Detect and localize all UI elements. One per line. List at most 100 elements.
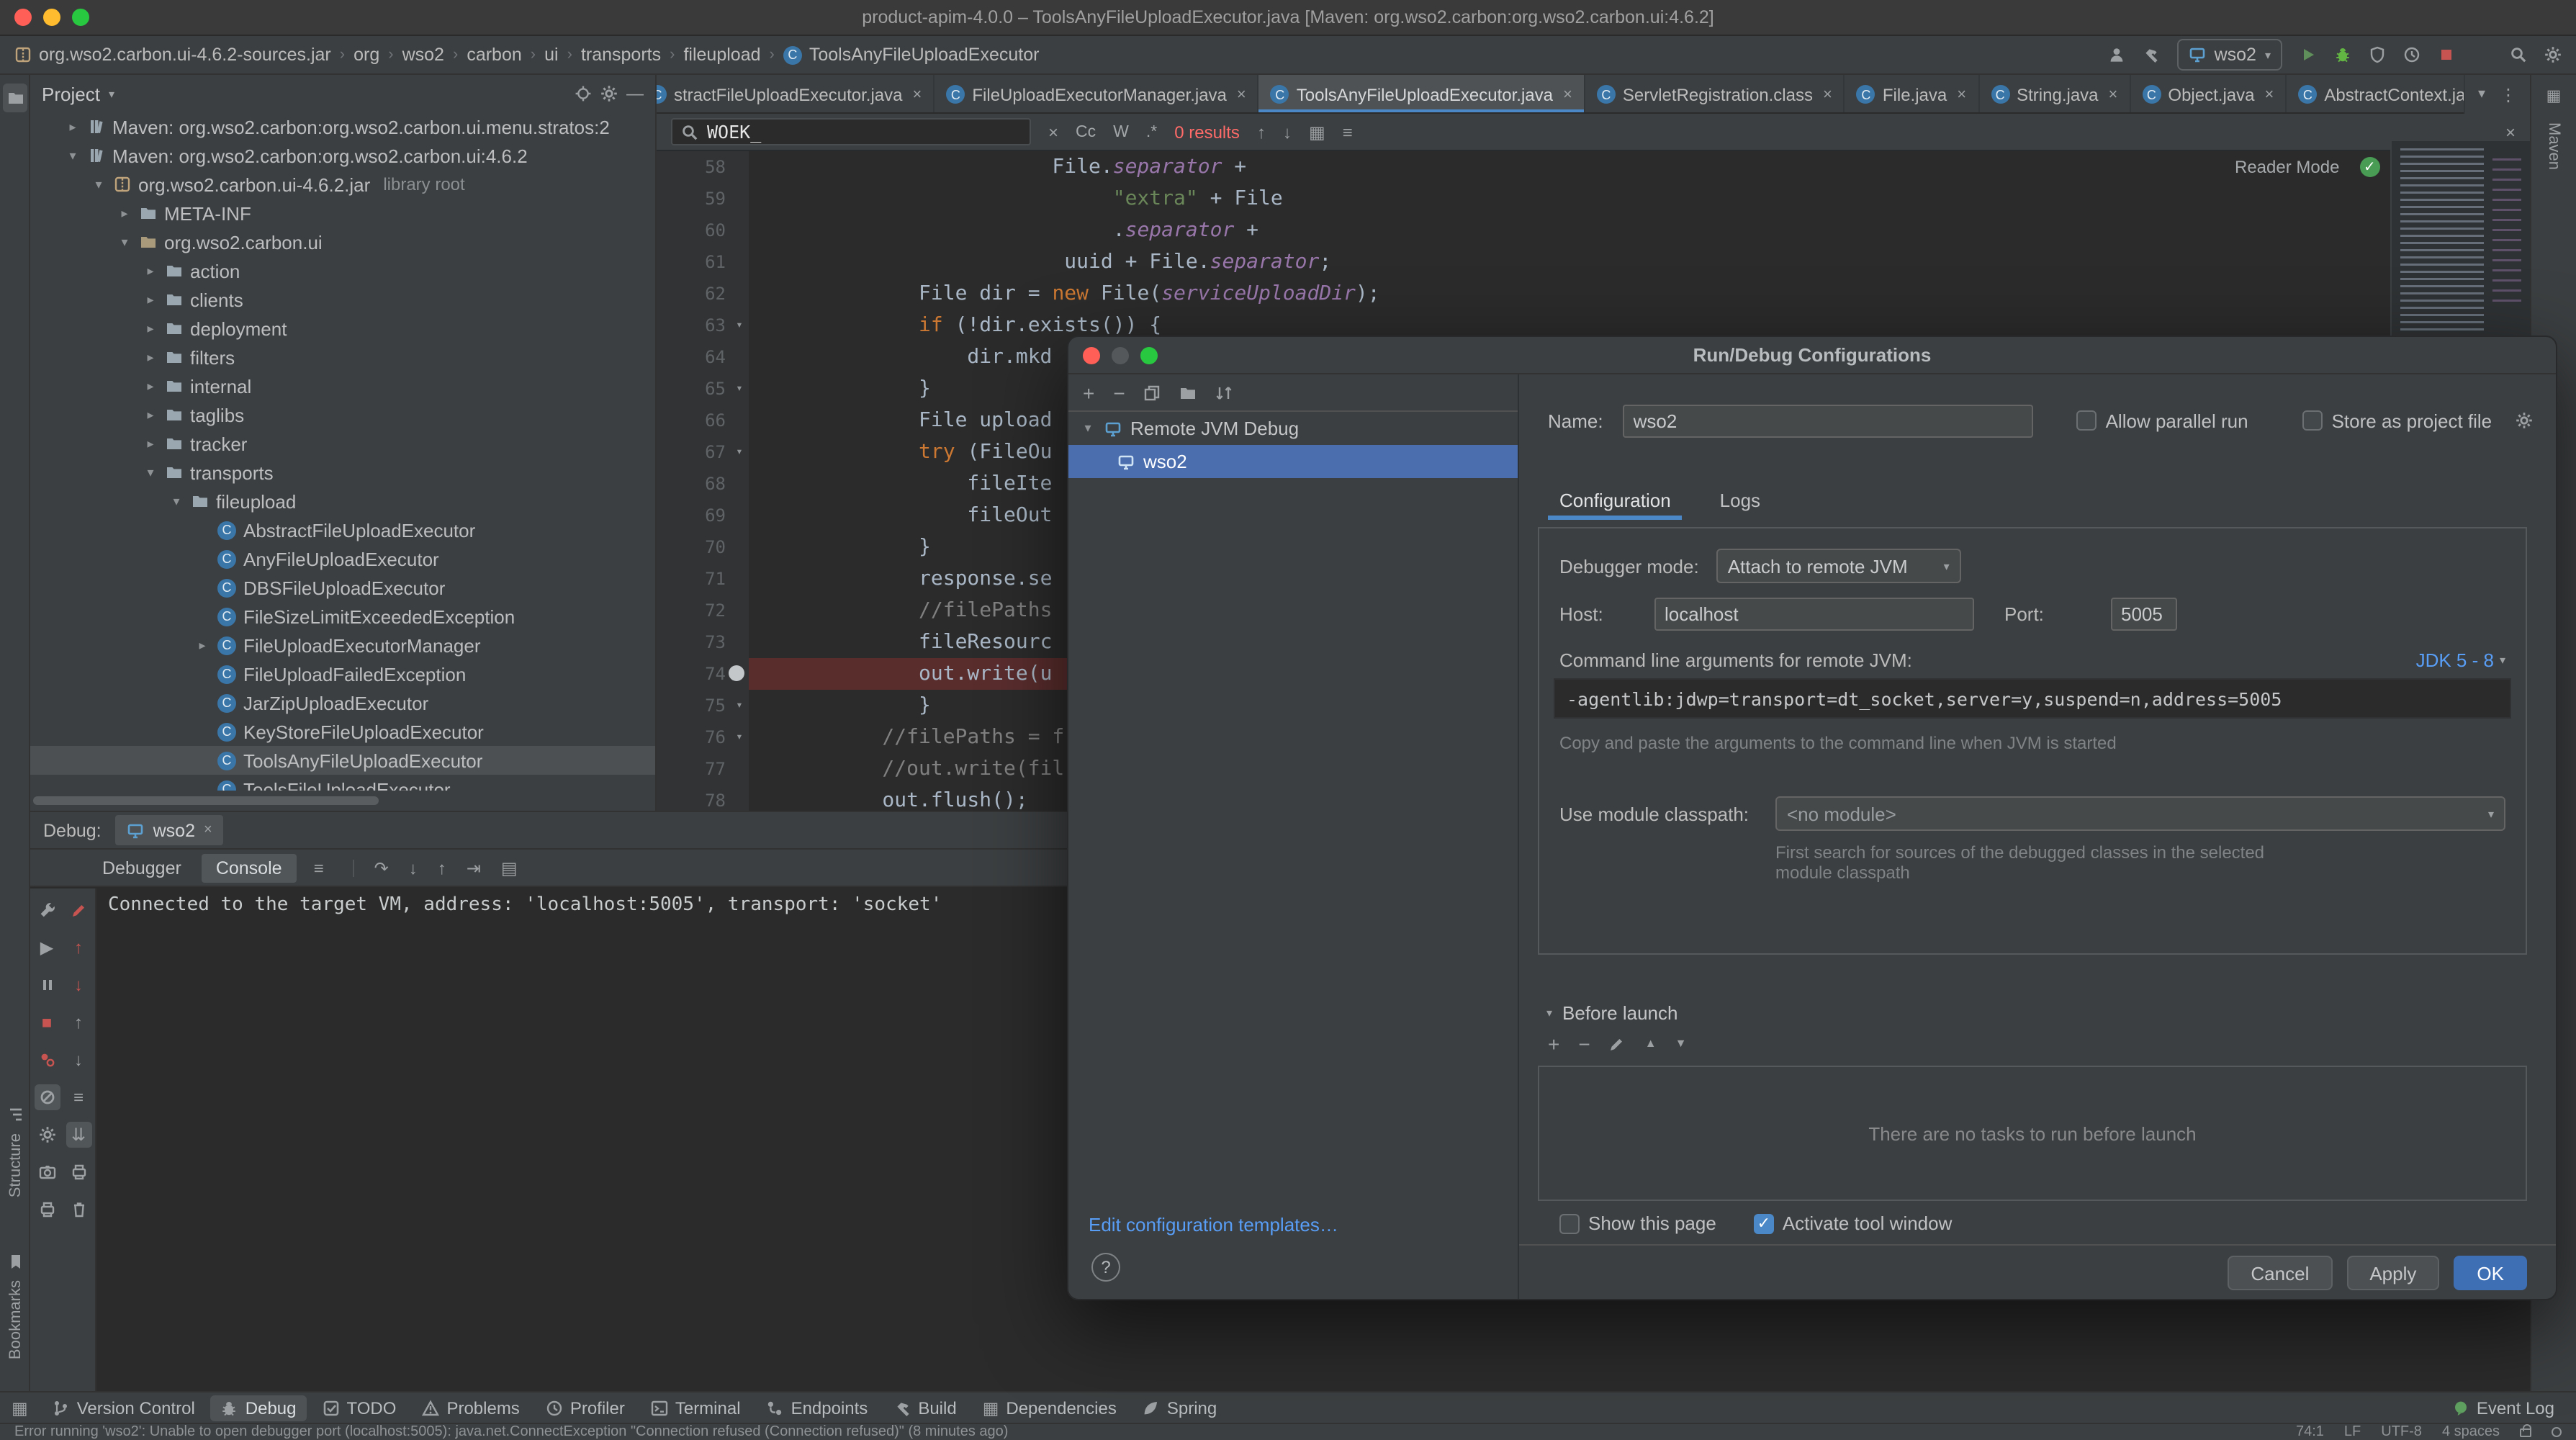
run-configuration-selector[interactable]: wso2 ▾ [2177,39,2282,71]
toolwindow-button-profiler[interactable]: Profiler [536,1395,635,1421]
tree-group-remote-jvm-debug[interactable]: ▾ Remote JVM Debug [1068,412,1518,445]
chevron-down-icon[interactable]: ▾ [117,234,132,250]
toolwindow-switcher-icon[interactable]: ▦ [12,1399,28,1416]
gutter[interactable]: 71 [657,563,749,595]
gutter[interactable]: 58 [657,151,749,183]
tree-item-org-wso2-carbon-ui[interactable]: ▾org.wso2.carbon.ui [30,228,655,256]
breadcrumb-item-ui[interactable]: ui [544,45,558,65]
tree-item-fileuploadfailedexception[interactable]: FileUploadFailedException [30,660,655,688]
minimap[interactable] [2390,140,2530,353]
gutter[interactable]: 68 [657,468,749,500]
frame-down-icon[interactable]: ↓ [66,1047,91,1073]
tree-item-dbsfileuploadexecutor[interactable]: DBSFileUploadExecutor [30,573,655,602]
fold-icon[interactable]: ▾ [730,436,749,468]
next-occurrence-icon[interactable]: ↓ [1283,123,1292,140]
chevron-right-icon[interactable]: ▸ [194,637,210,653]
gutter[interactable]: 61 [657,246,749,278]
caret-position[interactable]: 74:1 [2296,1424,2324,1440]
readonly-lock-icon[interactable] [2520,1428,2531,1436]
close-icon[interactable]: × [1957,86,1966,103]
chevron-right-icon[interactable]: ▸ [143,378,158,394]
debug-button[interactable] [2334,46,2351,63]
gutter[interactable]: 63▾ [657,310,749,341]
chevron-down-icon[interactable]: ▾ [91,176,107,192]
horizontal-scrollbar[interactable] [33,796,379,805]
toolwindow-button-spring[interactable]: Spring [1132,1395,1227,1421]
minimize-dialog-button[interactable] [1112,346,1129,364]
editor-options-icon[interactable]: ⋮ [2500,86,2517,103]
structure-tool-button[interactable]: Structure [0,1106,30,1197]
toolwindow-button-todo[interactable]: TODO [312,1395,407,1421]
breadcrumb-item-fileupload[interactable]: fileupload [683,45,760,65]
tree-item-transports[interactable]: ▾transports [30,458,655,487]
console-output[interactable]: Connected to the target VM, address: 'lo… [108,894,942,916]
gutter[interactable]: 78 [657,785,749,811]
fold-icon[interactable]: ▾ [730,690,749,721]
clear-icon[interactable] [66,1197,91,1223]
view-breakpoints-icon[interactable] [34,1047,60,1073]
tree-item-org-wso2-carbon-ui-4-6-2-jar[interactable]: ▾org.wso2.carbon.ui-4.6.2.jarlibrary roo… [30,170,655,199]
editor-tab-fileuploadexecutormanager-java[interactable]: FileUploadExecutorManager.java× [935,75,1258,114]
tree-item-deployment[interactable]: ▸deployment [30,314,655,343]
gutter[interactable]: 65▾ [657,373,749,405]
frame-up-icon[interactable]: ↑ [66,1009,91,1035]
dialog-titlebar[interactable]: Run/Debug Configurations [1068,337,2556,374]
chevron-right-icon[interactable]: ▸ [143,320,158,336]
chevron-down-icon[interactable]: ▾ [65,148,81,163]
chevron-right-icon[interactable]: ▸ [143,436,158,451]
tree-item-filesizelimitexceededexception[interactable]: FileSizeLimitExceededException [30,602,655,631]
breadcrumb-item-wso2[interactable]: wso2 [402,45,444,65]
name-input[interactable] [1623,404,2034,437]
select-opened-file-icon[interactable] [575,85,592,102]
clear-search-icon[interactable]: × [1048,123,1058,140]
breadcrumb-item-carbon[interactable]: carbon [467,45,521,65]
chevron-right-icon[interactable]: ▸ [117,205,132,221]
tree-item-toolsfileuploadexecutor[interactable]: ToolsFileUploadExecutor [30,775,655,791]
pause-icon[interactable] [34,972,60,998]
view-options-icon[interactable]: ▤ [501,859,518,876]
tree-item-taglibs[interactable]: ▸taglibs [30,400,655,429]
remove-configuration-icon[interactable]: − [1113,382,1125,402]
close-icon[interactable]: × [1823,86,1832,103]
layout-options-icon[interactable]: ≡ [314,859,324,876]
gutter[interactable]: 64 [657,341,749,373]
tree-item-wso2[interactable]: wso2 [1068,445,1518,478]
step-into-icon[interactable]: ↓ [409,859,418,876]
tree-item-internal[interactable]: ▸internal [30,372,655,400]
tree-item-jarzipuploadexecutor[interactable]: JarZipUploadExecutor [30,688,655,717]
tree-item-tracker[interactable]: ▸tracker [30,429,655,458]
chevron-right-icon[interactable]: ▸ [143,292,158,307]
minimize-window-button[interactable] [43,9,60,26]
port-input[interactable] [2111,598,2177,631]
gutter[interactable]: 62 [657,278,749,310]
chevron-down-icon[interactable]: ▾ [168,493,184,509]
breakpoint-dot[interactable] [729,665,744,681]
gutter[interactable]: 66 [657,405,749,436]
tree-item-maven-org-wso2-carbon-org-wso2-carbon-ui-4-6-2[interactable]: ▾Maven: org.wso2.carbon:org.wso2.carbon.… [30,141,655,170]
hidden-tabs-icon[interactable]: ▾ [2478,86,2485,102]
close-icon[interactable]: × [2264,86,2274,103]
tree-item-fileuploadexecutormanager[interactable]: ▸FileUploadExecutorManager [30,631,655,660]
scroll-to-end-icon[interactable]: ⇊ [66,1122,91,1148]
sync-settings-icon[interactable] [2108,46,2125,63]
add-task-icon[interactable]: + [1548,1034,1559,1054]
stack-up-icon[interactable]: ↑ [66,935,91,960]
editor-tab-object-java[interactable]: Object.java× [2130,75,2287,114]
select-all-occurrences-icon[interactable]: ▦ [1309,123,1325,140]
tree-item-meta-inf[interactable]: ▸META-INF [30,199,655,228]
chevron-right-icon[interactable]: ▸ [143,263,158,279]
reader-mode-label[interactable]: Reader Mode [2235,157,2339,177]
new-folder-icon[interactable] [1180,384,1197,401]
project-tool-button[interactable] [3,84,27,112]
ok-button[interactable]: OK [2454,1256,2527,1290]
gutter[interactable]: 73 [657,626,749,658]
gutter[interactable]: 77 [657,753,749,785]
print-icon[interactable] [66,1159,91,1185]
tree-item-clients[interactable]: ▸clients [30,285,655,314]
help-button[interactable]: ? [1091,1253,1120,1282]
toolwindow-button-problems[interactable]: Problems [412,1395,529,1421]
tab-console[interactable]: Console [202,853,297,882]
editor-tab-servletregistration-class[interactable]: ServletRegistration.class× [1585,75,1845,114]
tree-item-keystorefileuploadexecutor[interactable]: KeyStoreFileUploadExecutor [30,717,655,746]
close-icon[interactable]: × [913,86,922,103]
